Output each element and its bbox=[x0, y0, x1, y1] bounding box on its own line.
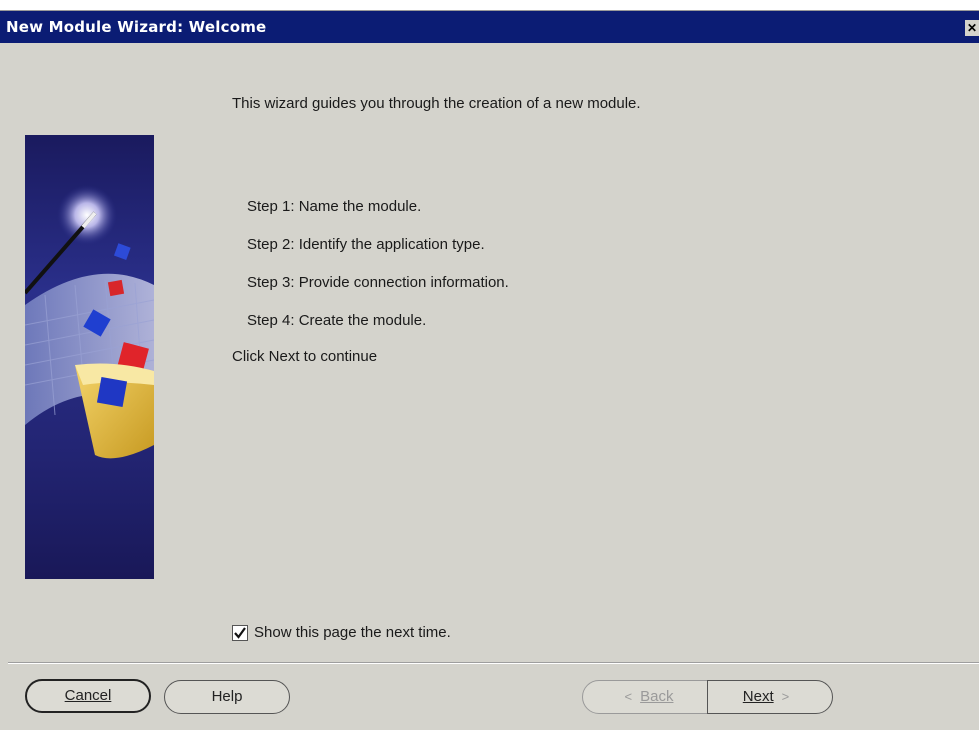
step-list: Step 1: Name the module. Step 2: Identif… bbox=[247, 198, 509, 350]
wizard-illustration bbox=[25, 135, 154, 579]
close-icon[interactable]: ✕ bbox=[965, 20, 979, 36]
show-page-checkbox[interactable] bbox=[232, 625, 248, 641]
button-divider bbox=[8, 662, 979, 664]
step-item: Step 1: Name the module. bbox=[247, 198, 422, 215]
next-button-label: Next bbox=[742, 688, 774, 705]
cancel-button-label: Cancel bbox=[64, 687, 112, 704]
step-item: Step 3: Provide connection information. bbox=[247, 274, 509, 291]
back-button[interactable]: < Back bbox=[582, 680, 708, 714]
back-arrow-icon: < bbox=[624, 689, 633, 704]
help-button[interactable]: Help bbox=[164, 680, 290, 714]
next-arrow-icon: > bbox=[781, 689, 790, 704]
step-item: Step 2: Identify the application type. bbox=[247, 236, 485, 253]
next-button[interactable]: Next > bbox=[707, 680, 833, 714]
check-icon bbox=[234, 627, 246, 639]
window-title: New Module Wizard: Welcome bbox=[6, 18, 267, 36]
back-button-label: Back bbox=[640, 688, 674, 705]
title-bar[interactable]: New Module Wizard: Welcome ✕ bbox=[0, 11, 979, 43]
cancel-button[interactable]: Cancel bbox=[25, 679, 151, 713]
wizard-dialog: New Module Wizard: Welcome ✕ This wizard… bbox=[0, 10, 979, 730]
click-next-hint: Click Next to continue bbox=[232, 348, 378, 365]
show-page-label[interactable]: Show this page the next time. bbox=[254, 624, 451, 641]
step-item: Step 4: Create the module. bbox=[247, 312, 427, 329]
help-button-label: Help bbox=[211, 688, 243, 705]
intro-text: This wizard guides you through the creat… bbox=[232, 95, 641, 112]
